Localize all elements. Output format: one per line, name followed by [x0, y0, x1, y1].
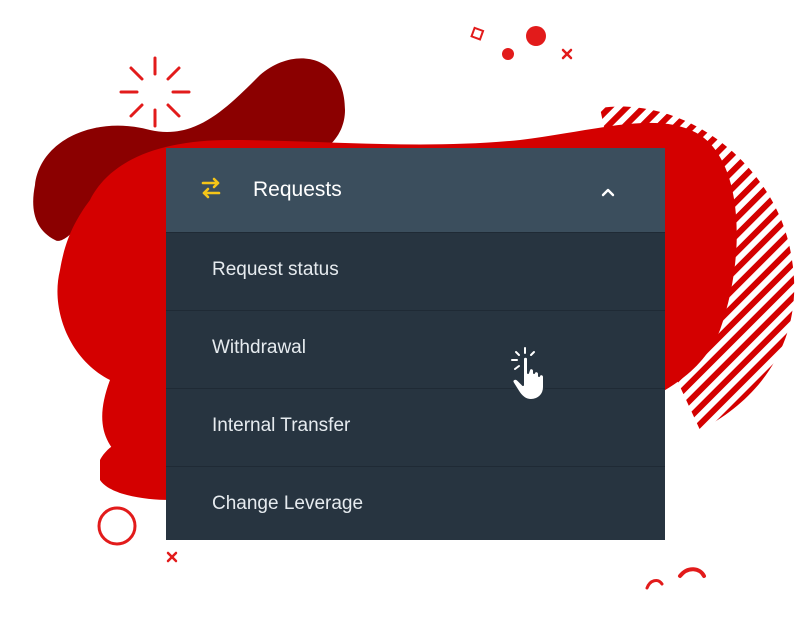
menu-item-label: Internal Transfer [212, 415, 351, 436]
pointing-hand-cursor-icon [511, 347, 545, 401]
menu-item-request-status[interactable]: Request status [166, 232, 665, 310]
requests-menu-header[interactable]: Requests [166, 148, 665, 232]
arc-small [645, 579, 664, 590]
menu-item-change-leverage[interactable]: Change Leverage [166, 466, 665, 544]
menu-item-label: Request status [212, 259, 339, 280]
menu-item-label: Withdrawal [212, 337, 306, 358]
menu-item-internal-transfer[interactable]: Internal Transfer [166, 388, 665, 466]
small-cross-bottom [166, 551, 178, 563]
menu-item-withdrawal[interactable]: Withdrawal [166, 310, 665, 388]
chevron-up-icon[interactable] [597, 181, 619, 203]
ring-outline [97, 506, 137, 546]
small-square-outline [470, 26, 485, 41]
red-dot-large [526, 26, 546, 46]
menu-item-label: Change Leverage [212, 493, 364, 514]
requests-menu-title: Requests [253, 178, 342, 201]
sparkle-burst [119, 56, 191, 128]
requests-menu-panel: Requests Request status Withdrawal Inter… [166, 148, 665, 540]
swap-arrows-icon [201, 177, 221, 199]
red-dot-small [502, 48, 514, 60]
arc-large [678, 567, 706, 578]
small-cross-top [561, 48, 573, 60]
